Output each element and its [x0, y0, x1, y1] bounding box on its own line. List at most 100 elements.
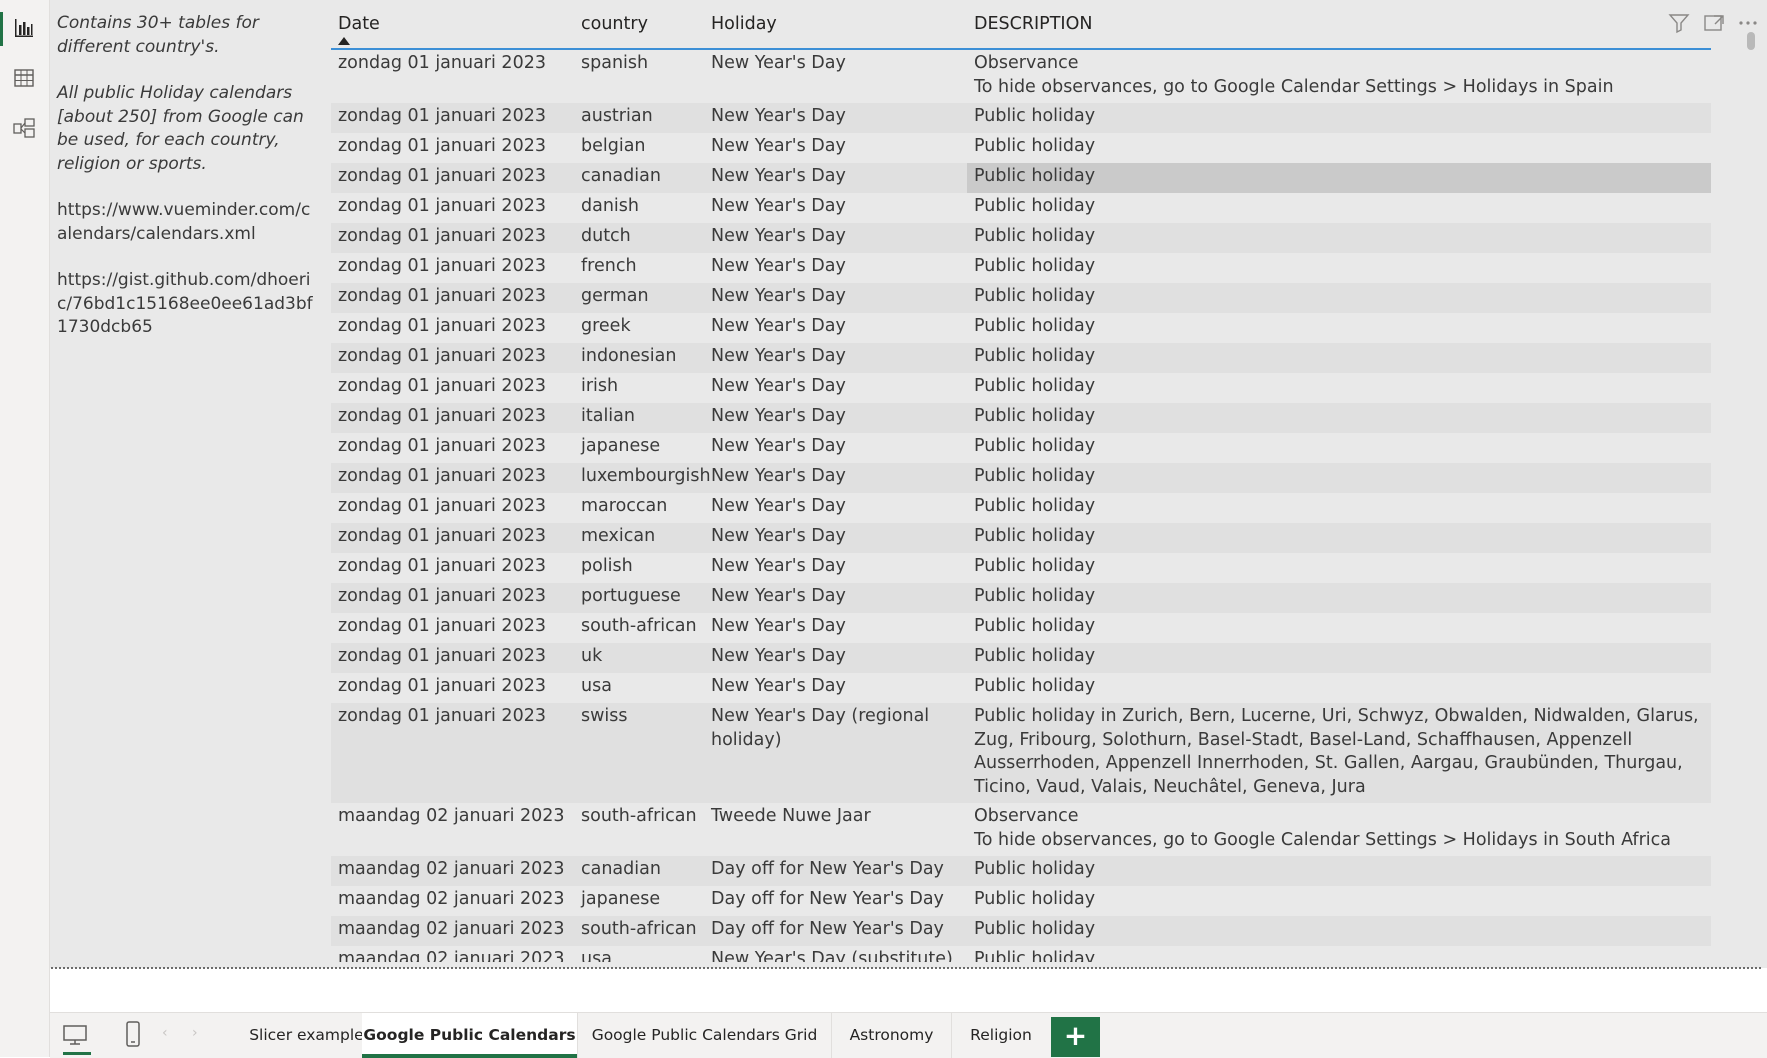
table-row[interactable]: maandag 02 januari 2023 canadian Day off f… [331, 856, 1711, 886]
canvas-boundary [51, 967, 1761, 969]
cell-country: polish [581, 556, 633, 576]
cell-country: portuguese [581, 586, 681, 606]
textbox-line-tables: Contains 30+ tables for different countr… [57, 13, 259, 57]
cell-country: japanese [581, 436, 661, 456]
table-row[interactable]: zondag 01 januari 2023 indonesian New Year… [331, 343, 1711, 373]
column-header-holiday[interactable]: Holiday [711, 14, 777, 34]
cell-country: uk [581, 646, 603, 666]
cell-country: usa [581, 676, 612, 696]
cell-holiday: New Year's Day [711, 646, 846, 666]
table-scrollbar[interactable] [1747, 32, 1755, 50]
cell-country: canadian [581, 166, 661, 186]
cell-date: zondag 01 januari 2023 [338, 526, 546, 546]
cell-country: canadian [581, 859, 661, 879]
table-row[interactable]: zondag 01 januari 2023 greek New Year's Da… [331, 313, 1711, 343]
table-row[interactable]: maandag 02 januari 2023 south-african Day … [331, 916, 1711, 946]
cell-description: Public holiday [974, 256, 1096, 276]
cell-date: maandag 02 januari 2023 [338, 949, 565, 962]
cell-description: Observance To hide observances, go to Go… [974, 53, 1614, 97]
table-row[interactable]: zondag 01 januari 2023 italian New Year's … [331, 403, 1711, 433]
desktop-layout-indicator [63, 1052, 91, 1055]
cell-date: maandag 02 januari 2023 [338, 859, 565, 879]
table-row[interactable]: zondag 01 januari 2023 japanese New Year's… [331, 433, 1711, 463]
table-row[interactable]: zondag 01 januari 2023 swiss New Year's Da… [331, 703, 1711, 803]
data-view-icon[interactable] [12, 66, 36, 90]
focus-mode-icon[interactable] [1703, 12, 1725, 34]
table-row[interactable]: zondag 01 januari 2023 canadian New Year's… [331, 163, 1711, 193]
column-header-country[interactable]: country [581, 14, 648, 34]
table-row[interactable]: zondag 01 januari 2023 portuguese New Year… [331, 583, 1711, 613]
table-row[interactable]: maandag 02 januari 2023 usa New Year's Day… [331, 946, 1711, 962]
column-header-date[interactable]: Date [338, 14, 380, 34]
tab-label: Google Public Calendars [363, 1026, 576, 1044]
cell-holiday: New Year's Day [711, 286, 846, 306]
cell-country: spanish [581, 53, 649, 73]
cell-holiday: New Year's Day (regional holiday) [711, 706, 930, 750]
filter-icon[interactable] [1668, 12, 1690, 34]
table-body: zondag 01 januari 2023 spanish New Year's … [331, 50, 1711, 962]
add-page-button[interactable]: + [1051, 1017, 1100, 1057]
cell-date: maandag 02 januari 2023 [338, 919, 565, 939]
holiday-table-visual[interactable]: Date country Holiday DESCRIPTION zondag … [331, 0, 1711, 962]
cell-holiday: Day off for New Year's Day [711, 889, 944, 909]
cell-date: zondag 01 januari 2023 [338, 53, 546, 73]
table-row[interactable]: zondag 01 januari 2023 danish New Year's D… [331, 193, 1711, 223]
table-row[interactable]: zondag 01 januari 2023 german New Year's D… [331, 283, 1711, 313]
more-options-icon[interactable] [1737, 12, 1759, 34]
page-tab-bar: ‹ › Slicer examples Google Public Calend… [50, 1012, 1767, 1058]
cell-holiday: New Year's Day [711, 226, 846, 246]
table-row[interactable]: zondag 01 januari 2023 polish New Year's D… [331, 553, 1711, 583]
table-row[interactable]: zondag 01 januari 2023 uk New Year's Day Pu… [331, 643, 1711, 673]
cell-date: zondag 01 januari 2023 [338, 556, 546, 576]
tab-google-public-calendars[interactable]: Google Public Calendars [362, 1013, 578, 1058]
table-row[interactable]: zondag 01 januari 2023 south-african New Y… [331, 613, 1711, 643]
table-row[interactable]: zondag 01 januari 2023 irish New Year's Da… [331, 373, 1711, 403]
scroll-tabs-right-icon[interactable]: › [192, 1025, 198, 1041]
report-view-icon[interactable] [12, 16, 36, 40]
cell-description: Public holiday [974, 346, 1096, 366]
cell-country: maroccan [581, 496, 668, 516]
cell-holiday: New Year's Day [711, 676, 846, 696]
cell-country: mexican [581, 526, 656, 546]
tab-astronomy[interactable]: Astronomy [832, 1013, 952, 1058]
scroll-tabs-left-icon[interactable]: ‹ [162, 1025, 168, 1041]
cell-holiday: New Year's Day (substitute) [711, 949, 953, 962]
cell-description: Public holiday [974, 859, 1096, 879]
table-row[interactable]: zondag 01 januari 2023 mexican New Year's … [331, 523, 1711, 553]
cell-description: Public holiday [974, 106, 1096, 126]
tab-religion[interactable]: Religion [952, 1013, 1050, 1058]
table-row[interactable]: zondag 01 januari 2023 belgian New Year's … [331, 133, 1711, 163]
table-row[interactable]: maandag 02 januari 2023 south-african Twee… [331, 803, 1711, 856]
cell-description: Public holiday [974, 136, 1096, 156]
cell-country: danish [581, 196, 639, 216]
table-row[interactable]: zondag 01 januari 2023 luxembourgish New Y… [331, 463, 1711, 493]
info-textbox[interactable]: Contains 30+ tables for different countr… [57, 12, 319, 363]
sort-ascending-icon [338, 37, 350, 45]
cell-date: zondag 01 januari 2023 [338, 316, 546, 336]
table-row[interactable]: zondag 01 januari 2023 usa New Year's Day P… [331, 673, 1711, 703]
cell-country: japanese [581, 889, 661, 909]
table-row[interactable]: zondag 01 januari 2023 maroccan New Year's… [331, 493, 1711, 523]
cell-country: irish [581, 376, 619, 396]
cell-date: zondag 01 januari 2023 [338, 166, 546, 186]
cell-country: german [581, 286, 649, 306]
cell-date: zondag 01 januari 2023 [338, 616, 546, 636]
column-header-description[interactable]: DESCRIPTION [974, 14, 1092, 34]
cell-date: zondag 01 januari 2023 [338, 286, 546, 306]
cell-date: zondag 01 januari 2023 [338, 466, 546, 486]
cell-description: Public holiday [974, 196, 1096, 216]
table-row[interactable]: maandag 02 januari 2023 japanese Day off f… [331, 886, 1711, 916]
tab-google-public-calendars-grid[interactable]: Google Public Calendars Grid [578, 1013, 832, 1058]
cell-date: zondag 01 januari 2023 [338, 706, 546, 726]
cell-holiday: New Year's Day [711, 496, 846, 516]
table-row[interactable]: zondag 01 januari 2023 austrian New Year's… [331, 103, 1711, 133]
mobile-layout-icon[interactable] [119, 1020, 147, 1048]
cell-holiday: New Year's Day [711, 466, 846, 486]
table-row[interactable]: zondag 01 januari 2023 dutch New Year's Da… [331, 223, 1711, 253]
table-row[interactable]: zondag 01 januari 2023 spanish New Year's … [331, 50, 1711, 103]
model-view-icon[interactable] [12, 116, 36, 140]
table-row[interactable]: zondag 01 januari 2023 french New Year's D… [331, 253, 1711, 283]
desktop-layout-icon[interactable] [61, 1021, 89, 1049]
cell-country: indonesian [581, 346, 677, 366]
cell-holiday: Day off for New Year's Day [711, 859, 944, 879]
